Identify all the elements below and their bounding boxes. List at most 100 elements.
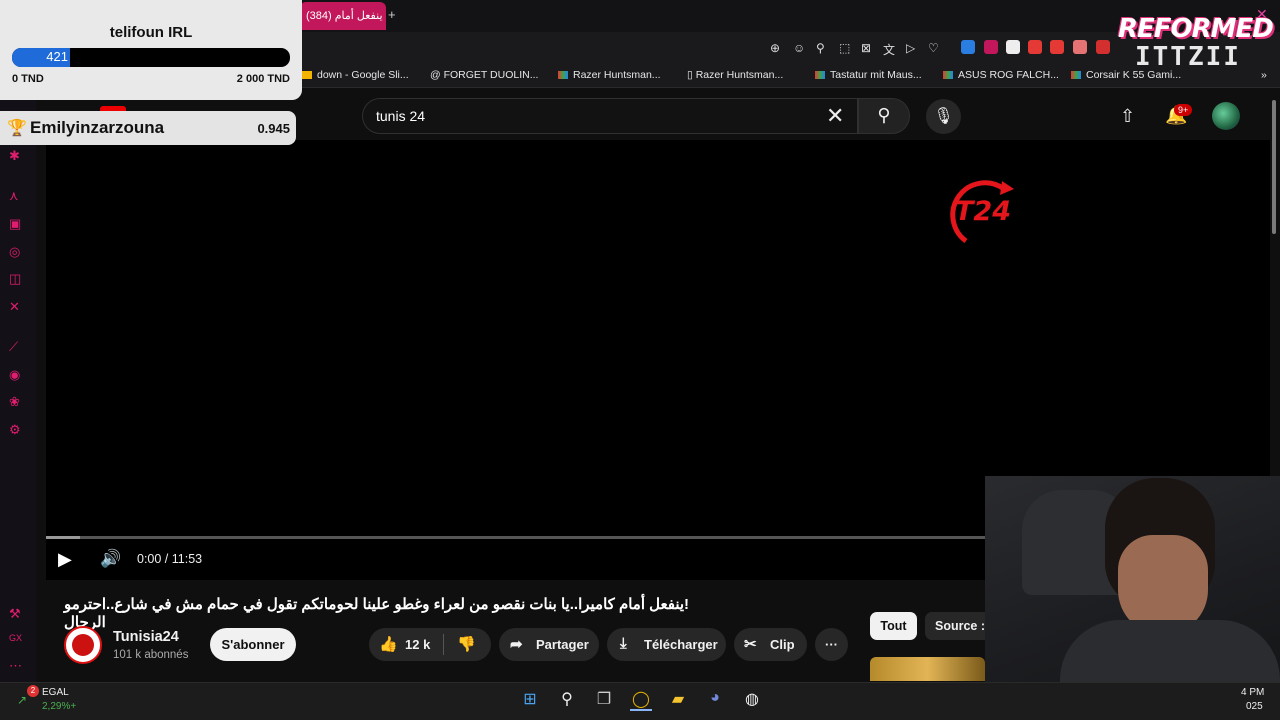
goal-title: telifoun IRL <box>109 24 193 41</box>
search-query-text[interactable]: tunis 24 <box>376 108 425 124</box>
extension-n-icon[interactable] <box>1096 40 1110 54</box>
thumbs-down-icon[interactable]: 👎 <box>457 635 476 653</box>
scissors-icon: ✂ <box>744 636 757 653</box>
extension-shield-icon[interactable] <box>1073 40 1087 54</box>
channel-name[interactable]: Tunisia24 <box>113 629 179 645</box>
folder-icon[interactable]: ▰ <box>667 689 689 711</box>
volume-icon[interactable]: 🔊 <box>100 549 121 569</box>
paw-icon[interactable]: ❀ <box>9 394 20 410</box>
twitch-icon[interactable]: ▣ <box>9 216 21 232</box>
heart-icon[interactable]: ♡ <box>928 41 939 55</box>
threads-icon: @ <box>430 69 444 81</box>
chevron-right-icon[interactable]: » <box>1261 69 1267 81</box>
extension-pawn-icon[interactable] <box>1006 40 1020 54</box>
channel-subscribers: 101 k abonnés <box>113 649 189 661</box>
subscribe-button[interactable]: S'abonner <box>210 628 296 661</box>
avatar[interactable] <box>1212 102 1240 130</box>
stock-name[interactable]: EGAL <box>42 687 69 698</box>
brand-logo: REFORMED <box>1118 14 1274 44</box>
bookmark-item[interactable]: Razer Huntsman... <box>558 69 661 81</box>
bookmark-label: Tastatur mit Maus... <box>830 69 922 81</box>
thumbs-up-icon: 👍 <box>379 636 398 653</box>
wrench-icon[interactable]: ⚒ <box>9 606 21 622</box>
bookmark-label: Razer Huntsman... <box>573 69 661 81</box>
x-icon[interactable]: ✕ <box>9 299 20 315</box>
top-donor-name: Emilyinzarzouna <box>30 118 165 137</box>
clock-date[interactable]: 025 <box>1246 701 1263 712</box>
coin-icon[interactable]: ◉ <box>9 367 20 383</box>
webcam-shirt <box>1060 620 1280 682</box>
time-display: 0:00 / 11:53 <box>137 552 203 566</box>
bookmark-item[interactable]: Tastatur mit Maus... <box>815 69 922 81</box>
clip-label: Clip <box>770 637 795 652</box>
extension-shazam-icon[interactable] <box>961 40 975 54</box>
like-button[interactable]: 👍 12 k 👎 <box>369 628 491 661</box>
screenshot-icon[interactable]: ⬚ <box>839 41 850 55</box>
block-icon[interactable]: ⊠ <box>861 41 871 55</box>
translate-icon[interactable]: 文 <box>883 41 895 58</box>
play-icon[interactable]: ▷ <box>906 41 915 55</box>
clip-button[interactable]: ✂ Clip <box>734 628 807 661</box>
share-label: Partager <box>536 637 589 652</box>
play-icon[interactable]: ▶ <box>58 549 72 570</box>
like-count: 12 k <box>405 637 431 652</box>
gx-icon[interactable]: GX <box>9 633 22 643</box>
download-label: Télécharger <box>644 637 718 652</box>
notification-badge: 9+ <box>1174 104 1193 116</box>
stock-badge: 2 <box>27 685 39 697</box>
progress-buffered <box>46 536 80 539</box>
pin-icon[interactable]: ⚲ <box>816 41 825 55</box>
download-button[interactable]: ⤓ Télécharger <box>607 628 726 661</box>
search-input[interactable] <box>362 98 858 134</box>
bookmark-label: down - Google Sli... <box>317 69 409 81</box>
bookmark-label: ASUS ROG FALCH... <box>958 69 1059 81</box>
arc-icon[interactable]: ⋏ <box>9 188 19 204</box>
plus-icon[interactable]: + <box>388 7 396 22</box>
discord-icon[interactable]: ◕ <box>704 689 726 711</box>
scrollbar[interactable] <box>1272 100 1276 234</box>
bookmark-item[interactable]: ▯ Razer Huntsman... <box>687 69 783 81</box>
clear-search-icon[interactable]: ✕ <box>826 103 844 129</box>
tab-active[interactable]: (384) ينفعل أمام <box>300 2 386 30</box>
more-icon: ··· <box>825 637 838 652</box>
instagram-icon[interactable]: ◫ <box>9 271 21 287</box>
brush-icon[interactable]: ⟋ <box>9 339 18 355</box>
store-icon <box>943 71 953 79</box>
windows-start-icon[interactable]: ⊞ <box>519 689 541 711</box>
share-button[interactable]: ➦ Partager <box>499 628 599 661</box>
bookmark-item[interactable]: ASUS ROG FALCH... <box>943 69 1059 81</box>
store-icon <box>815 71 825 79</box>
extension-tp-icon[interactable] <box>1050 40 1064 54</box>
star-icon[interactable]: ✱ <box>9 148 20 164</box>
trend-up-icon: ↗ <box>17 693 28 707</box>
upload-icon[interactable]: ⇧ <box>1120 106 1135 127</box>
like-divider <box>443 634 444 655</box>
bookmark-label: FORGET DUOLIN... <box>443 69 539 81</box>
search-button[interactable]: ⚲ <box>858 98 910 134</box>
search-icon[interactable]: ⚲ <box>556 689 578 711</box>
extension-u-icon[interactable] <box>984 40 998 54</box>
bookmark-item[interactable]: @ FORGET DUOLIN... <box>430 69 538 81</box>
emoji-icon[interactable]: ☺ <box>793 41 805 55</box>
more-actions-button[interactable]: ··· <box>815 628 848 661</box>
goal-max: 2 000 TND <box>236 73 290 85</box>
clock-time[interactable]: 4 PM <box>1241 687 1264 698</box>
voice-search-button[interactable]: 🎙 <box>926 99 961 134</box>
video-title: !ينفعل أمام كاميرا..يا بنات نقصو من لعرا… <box>64 596 690 631</box>
gear-icon[interactable]: ⚙ <box>9 422 21 438</box>
task-view-icon[interactable]: ❐ <box>593 689 615 711</box>
zoom-icon[interactable]: ⊕ <box>770 41 780 55</box>
recommended-thumbnail[interactable] <box>870 657 985 681</box>
goal-current: 421 <box>46 49 68 64</box>
browser-taskbar-icon[interactable]: ◯ <box>630 689 652 711</box>
trophy-icon: 🏆 <box>7 120 27 137</box>
messenger-icon[interactable]: ◎ <box>9 244 20 260</box>
obs-icon[interactable]: ◍ <box>741 689 763 711</box>
side-rail <box>0 88 36 682</box>
bookmark-item[interactable]: down - Google Sli... <box>302 69 409 81</box>
more-icon[interactable]: ⋯ <box>9 658 22 674</box>
channel-logo-icon <box>72 634 94 656</box>
top-donor-amount: 0.945 <box>257 121 290 136</box>
chip-all[interactable]: Tout <box>870 612 917 640</box>
extension-s-icon[interactable] <box>1028 40 1042 54</box>
